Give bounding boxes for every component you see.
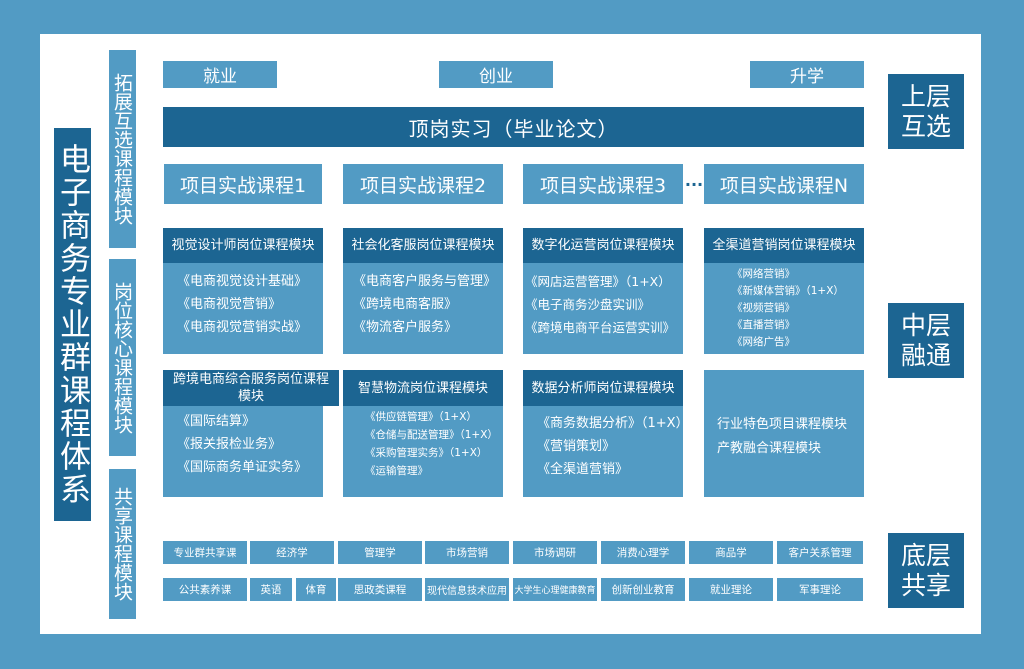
course-item: 《网络营销》 bbox=[732, 268, 795, 280]
module-label-expand: 拓展互选课程模块 bbox=[109, 50, 136, 248]
shared-course: 大学生心理健康教育 bbox=[513, 578, 597, 601]
shared-category-label: 专业群共享课 bbox=[163, 541, 247, 564]
card-title: 视觉设计师岗位课程模块 bbox=[163, 228, 323, 263]
course-item: 《跨境电商平台运营实训》 bbox=[525, 320, 676, 335]
layer-label-bottom: 底层 共享 bbox=[888, 533, 964, 608]
layer-middle-line1: 中层 bbox=[900, 310, 951, 340]
course-item: 《供应链管理》（1+X） bbox=[365, 411, 477, 423]
shared-course: 市场调研 bbox=[513, 541, 597, 564]
shared-course: 体育 bbox=[296, 578, 336, 601]
outcome-employment: 就业 bbox=[163, 61, 277, 88]
outcome-further-study: 升学 bbox=[750, 61, 864, 88]
shared-course: 客户关系管理 bbox=[777, 541, 863, 564]
course-item: 《网店运营管理》（1+X） bbox=[525, 274, 671, 289]
shared-course: 消费心理学 bbox=[601, 541, 685, 564]
card-title: 数字化运营岗位课程模块 bbox=[523, 228, 683, 263]
course-item: 《国际结算》 bbox=[177, 414, 256, 429]
ellipsis: ··· bbox=[684, 174, 704, 194]
course-item: 《视频营销》 bbox=[732, 302, 795, 314]
course-item: 《物流客户服务》 bbox=[353, 320, 458, 335]
outcome-entrepreneurship: 创业 bbox=[439, 61, 553, 88]
course-item: 《电商客户服务与管理》 bbox=[353, 274, 497, 289]
shared-course: 现代信息技术应用 bbox=[425, 578, 509, 601]
course-item: 《电商视觉营销》 bbox=[177, 297, 282, 312]
special-module-item: 产教融合课程模块 bbox=[717, 441, 822, 456]
layer-upper-line1: 上层 bbox=[900, 81, 951, 111]
course-item: 《电商视觉设计基础》 bbox=[177, 274, 308, 289]
course-item: 《全渠道营销》 bbox=[537, 462, 629, 477]
layer-middle-line2: 融通 bbox=[900, 340, 951, 370]
card-title: 全渠道营销岗位课程模块 bbox=[704, 228, 864, 263]
shared-course: 商品学 bbox=[689, 541, 773, 564]
card-title: 跨境电商综合服务岗位课程模块 bbox=[163, 370, 339, 406]
special-modules-card: 行业特色项目课程模块 产教融合课程模块 bbox=[704, 370, 864, 497]
project-course-2: 项目实战课程2 bbox=[343, 164, 503, 204]
course-item: 《新媒体营销》（1+X） bbox=[732, 285, 844, 297]
internship-bar: 顶岗实习（毕业论文） bbox=[163, 107, 864, 147]
project-course-1: 项目实战课程1 bbox=[164, 164, 322, 204]
project-course-3: 项目实战课程3 bbox=[523, 164, 683, 204]
course-item: 《网络广告》 bbox=[732, 336, 795, 348]
core-module-card: 跨境电商综合服务岗位课程模块 《国际结算》 《报关报检业务》 《国际商务单证实务… bbox=[163, 370, 339, 497]
shared-course: 经济学 bbox=[250, 541, 334, 564]
course-item: 《直播营销》 bbox=[732, 319, 795, 331]
shared-category-label: 公共素养课 bbox=[163, 578, 247, 601]
course-item: 《营销策划》 bbox=[537, 439, 616, 454]
core-module-card: 社会化客服岗位课程模块 《电商客户服务与管理》 《跨境电商客服》 《物流客户服务… bbox=[343, 228, 503, 354]
layer-label-middle: 中层 融通 bbox=[888, 303, 964, 378]
shared-course: 市场营销 bbox=[425, 541, 509, 564]
core-module-card: 数字化运营岗位课程模块 《网店运营管理》（1+X） 《电子商务沙盘实训》 《跨境… bbox=[523, 228, 683, 354]
core-module-card: 全渠道营销岗位课程模块 《网络营销》 《新媒体营销》（1+X） 《视频营销》 《… bbox=[704, 228, 864, 354]
shared-course: 创新创业教育 bbox=[601, 578, 685, 601]
core-module-card: 视觉设计师岗位课程模块 《电商视觉设计基础》 《电商视觉营销》 《电商视觉营销实… bbox=[163, 228, 323, 354]
course-item: 《报关报检业务》 bbox=[177, 437, 282, 452]
layer-bottom-line2: 共享 bbox=[900, 570, 951, 600]
core-module-card: 智慧物流岗位课程模块 《供应链管理》（1+X） 《仓储与配送管理》（1+X） 《… bbox=[343, 370, 503, 497]
layer-bottom-line1: 底层 bbox=[900, 540, 951, 570]
project-course-n: 项目实战课程N bbox=[704, 164, 864, 204]
shared-course: 就业理论 bbox=[689, 578, 773, 601]
shared-course: 思政类课程 bbox=[338, 578, 422, 601]
course-item: 《电商视觉营销实战》 bbox=[177, 320, 308, 335]
course-item: 《运输管理》 bbox=[365, 465, 428, 477]
course-item: 《采购管理实务》（1+X） bbox=[365, 447, 488, 459]
course-item: 《商务数据分析》（1+X） bbox=[537, 416, 689, 431]
course-item: 《仓储与配送管理》（1+X） bbox=[365, 429, 498, 441]
card-title: 社会化客服岗位课程模块 bbox=[343, 228, 503, 263]
layer-upper-line2: 互选 bbox=[900, 111, 951, 141]
shared-course: 英语 bbox=[250, 578, 292, 601]
card-title: 数据分析师岗位课程模块 bbox=[523, 370, 683, 406]
course-item: 《国际商务单证实务》 bbox=[177, 460, 308, 475]
module-label-shared: 共享课程模块 bbox=[109, 469, 136, 619]
course-item: 《跨境电商客服》 bbox=[353, 297, 458, 312]
main-title: 电子商务专业群课程体系 bbox=[54, 128, 91, 521]
shared-course: 管理学 bbox=[338, 541, 422, 564]
shared-course: 军事理论 bbox=[777, 578, 863, 601]
layer-label-upper: 上层 互选 bbox=[888, 74, 964, 149]
card-title: 智慧物流岗位课程模块 bbox=[343, 370, 503, 406]
special-module-item: 行业特色项目课程模块 bbox=[717, 417, 848, 432]
module-label-core: 岗位核心课程模块 bbox=[109, 259, 136, 456]
core-module-card: 数据分析师岗位课程模块 《商务数据分析》（1+X） 《营销策划》 《全渠道营销》 bbox=[523, 370, 689, 497]
course-item: 《电子商务沙盘实训》 bbox=[525, 297, 651, 312]
